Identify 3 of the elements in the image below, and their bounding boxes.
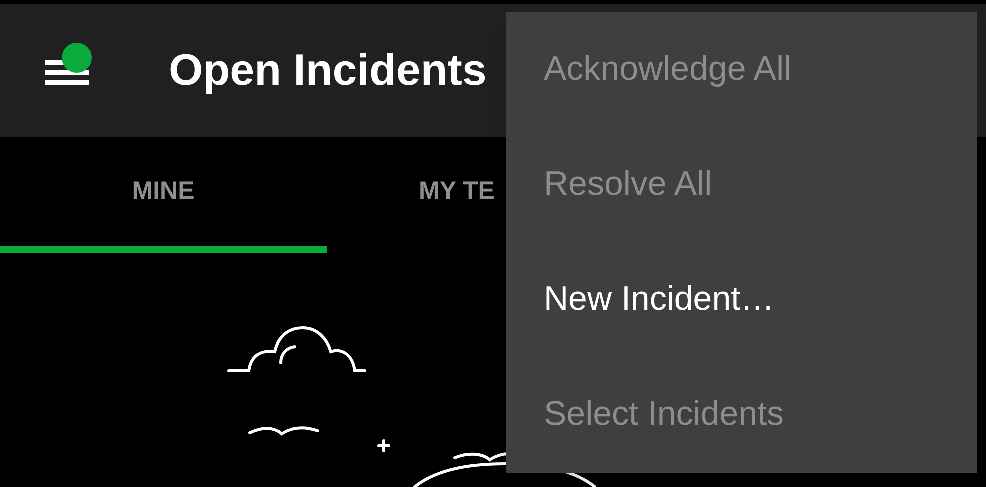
window-title: Open Incidents — [169, 44, 487, 96]
tab[interactable]: MINE — [0, 137, 327, 253]
menu-item[interactable]: New Incident… — [506, 242, 977, 357]
